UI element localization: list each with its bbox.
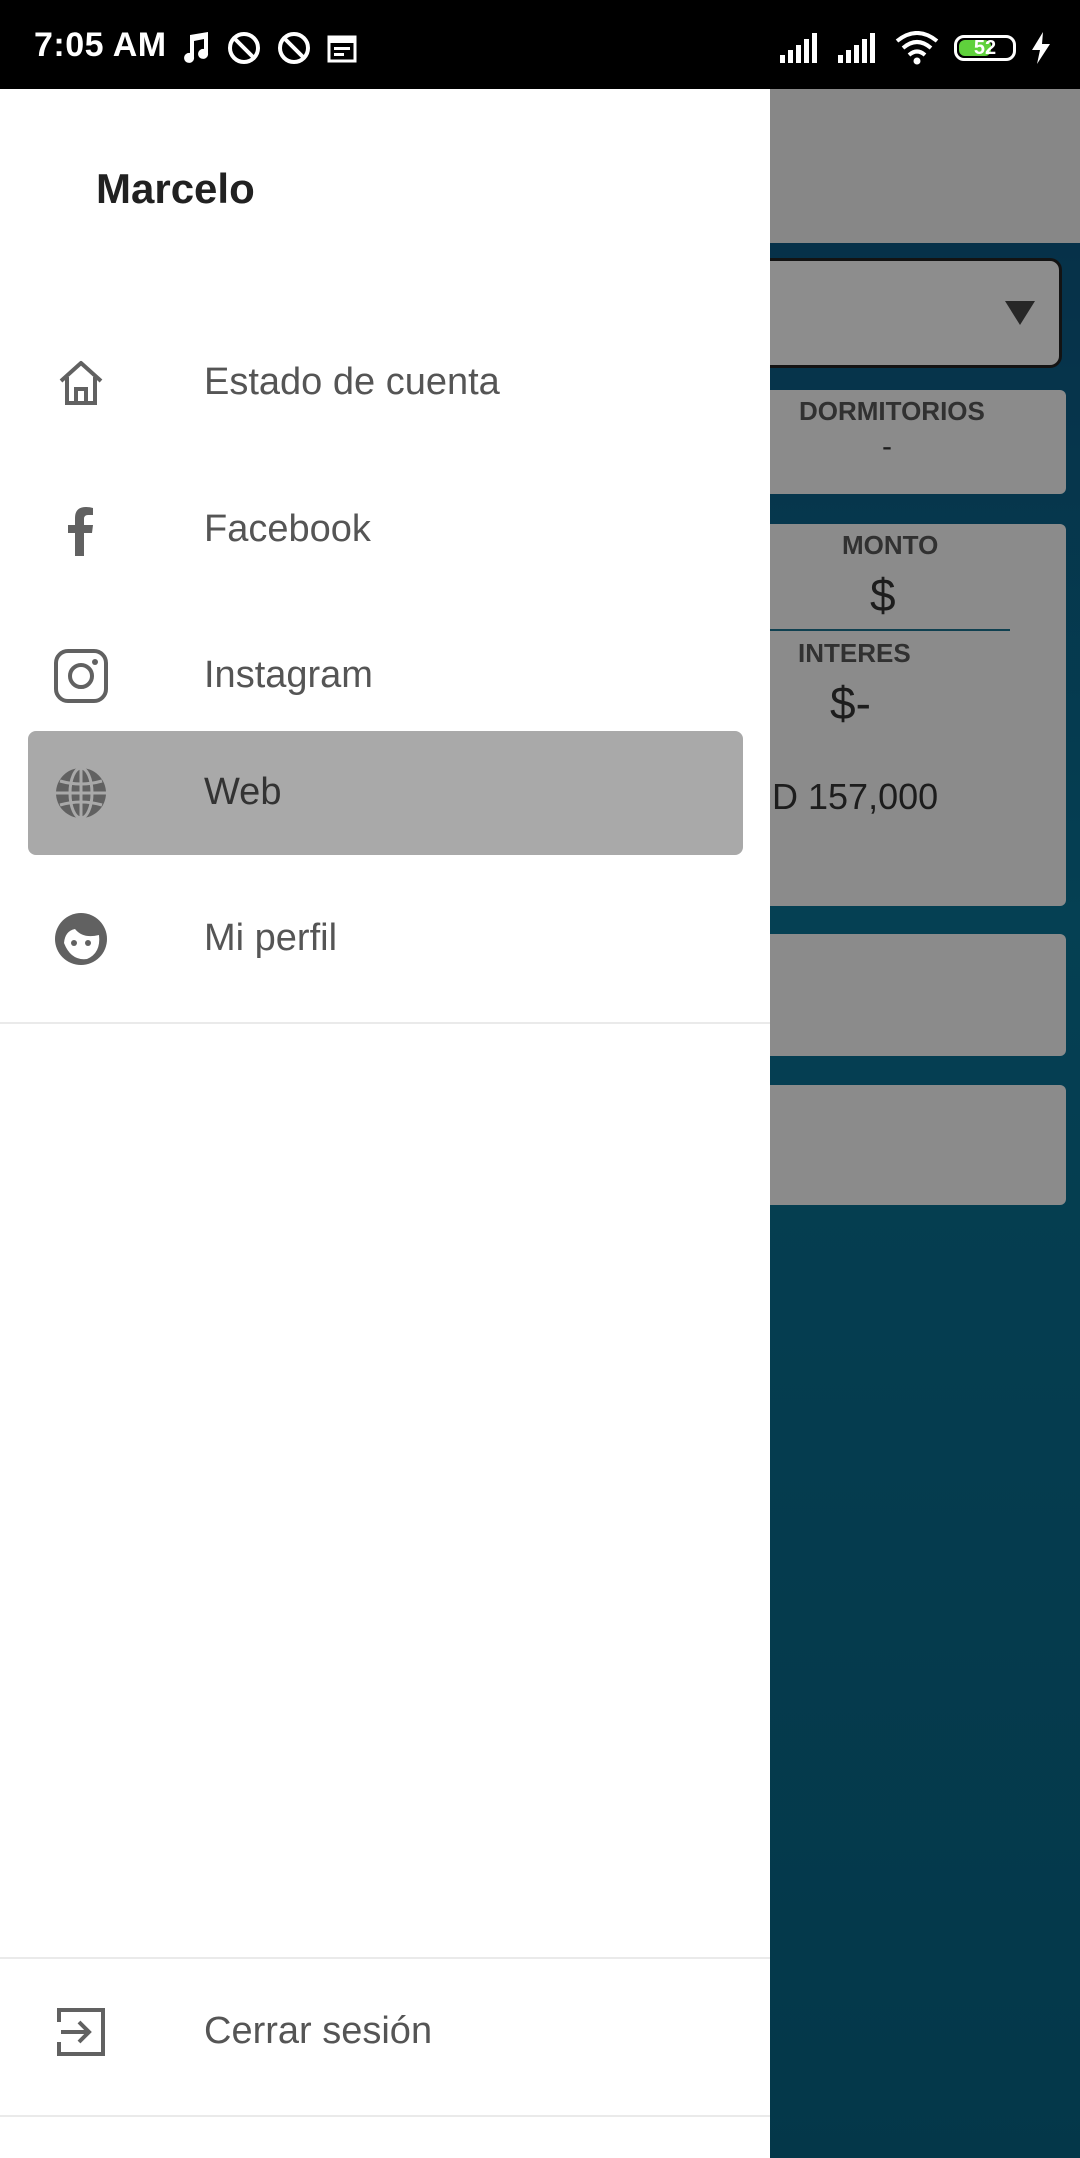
menu-item-facebook[interactable]: Facebook <box>28 468 743 592</box>
menu-item-instagram[interactable]: Instagram <box>28 614 743 738</box>
bottom-divider <box>0 2115 770 2117</box>
home-icon <box>59 361 103 405</box>
globe-icon <box>56 766 106 820</box>
music-note-icon <box>184 32 209 63</box>
signal-icon <box>780 33 817 63</box>
blocked-notification-icon <box>228 32 260 64</box>
menu-item-label: Instagram <box>204 654 373 696</box>
logout-label: Cerrar sesión <box>204 2010 433 2052</box>
logout-divider <box>0 1957 770 1959</box>
menu-item-label: Estado de cuenta <box>204 361 500 403</box>
menu-divider <box>0 1022 770 1024</box>
menu-item-estado-de-cuenta[interactable]: Estado de cuenta <box>28 321 743 445</box>
battery-icon: 52 <box>954 35 1016 61</box>
signal-icon-2 <box>838 33 875 63</box>
menu-item-label: Web <box>204 771 282 813</box>
logout-button[interactable]: Cerrar sesión <box>28 1970 743 2094</box>
menu-item-label: Facebook <box>204 508 371 550</box>
status-time: 7:05 AM <box>34 26 167 64</box>
wifi-icon <box>895 31 939 65</box>
menu-item-label: Mi perfil <box>204 917 338 959</box>
menu-item-web[interactable]: Web <box>28 731 743 855</box>
notification-icons <box>182 28 358 68</box>
battery-level: 52 <box>973 36 997 59</box>
calendar-icon <box>327 35 357 63</box>
blocked-notification-icon-2 <box>278 32 310 64</box>
profile-face-icon <box>55 913 107 965</box>
navigation-drawer: Marcelo Estado de cuenta Facebook Instag… <box>0 89 770 2158</box>
charging-bolt-icon <box>1032 32 1050 64</box>
system-icons: 52 <box>778 28 1052 68</box>
menu-item-mi-perfil[interactable]: Mi perfil <box>28 877 743 1001</box>
logout-icon <box>57 2008 105 2056</box>
status-bar: 7:05 AM 52 <box>0 0 1080 89</box>
instagram-icon <box>54 649 108 703</box>
drawer-user-name: Marcelo <box>96 165 255 212</box>
facebook-icon <box>68 507 93 556</box>
